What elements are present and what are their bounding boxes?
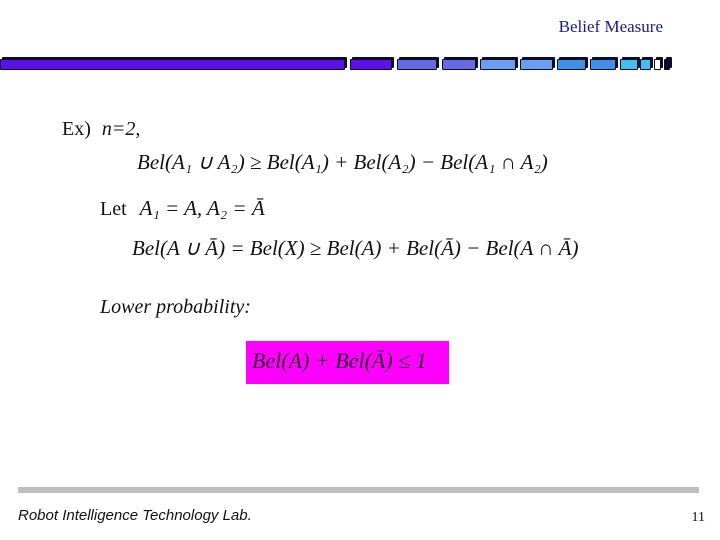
header-bar-segment [557, 59, 586, 70]
eq1-lhs: Bel(A₁ ∪ A₂) [137, 150, 245, 174]
header-bar-segment [520, 59, 553, 70]
example-label: Ex) n=2, [62, 118, 140, 141]
eq2-mid: = Bel(X) [230, 236, 305, 260]
highlighted-equation-box: Bel(A) + Bel(Ā) ≤ 1 [246, 341, 449, 384]
decorative-bar-strip [0, 57, 720, 71]
equation-complement: Bel(A ∪ Ā) = Bel(X) ≥ Bel(A) + Bel(Ā) − … [132, 236, 578, 261]
header-bar-segment [640, 59, 651, 70]
eq1-rhs: Bel(A₁) + Bel(A₂) − Bel(A₁ ∩ A₂) [266, 150, 548, 174]
let-label: Let [100, 198, 127, 220]
header-bar-segment [0, 59, 345, 70]
eq2-relation: ≥ [309, 236, 322, 260]
slide-title: Belief Measure [558, 17, 663, 36]
lower-probability-label: Lower probability: [100, 296, 251, 318]
eq2-lhs: Bel(A ∪ Ā) [132, 236, 226, 260]
page-number: 11 [691, 510, 705, 525]
header-bar-segment [590, 59, 616, 70]
header-bar-segment [480, 59, 516, 70]
footer-divider [18, 487, 699, 493]
footer-lab-name: Robot Intelligence Technology Lab. [18, 507, 252, 524]
eq2-rhs: Bel(A) + Bel(Ā) − Bel(A ∩ Ā) [326, 236, 579, 260]
header-bar-segment [664, 59, 670, 70]
eq1-relation: ≥ [249, 150, 262, 174]
equation-inclusion-exclusion: Bel(A₁ ∪ A₂) ≥ Bel(A₁) + Bel(A₂) − Bel(A… [137, 150, 548, 175]
header-bar-segment [397, 59, 437, 70]
header-bar-segment [654, 59, 661, 70]
let-expression: A₁ = A, A₂ = Ā [139, 196, 265, 220]
example-prefix: Ex) [62, 118, 91, 140]
header-bar-segment [350, 59, 392, 70]
let-statement: Let A₁ = A, A₂ = Ā [100, 196, 265, 221]
header-bar-segment [620, 59, 638, 70]
header-bar-segment [442, 59, 476, 70]
example-n: n=2, [101, 118, 141, 140]
lower-probability-equation: Bel(A) + Bel(Ā) ≤ 1 [252, 348, 427, 373]
